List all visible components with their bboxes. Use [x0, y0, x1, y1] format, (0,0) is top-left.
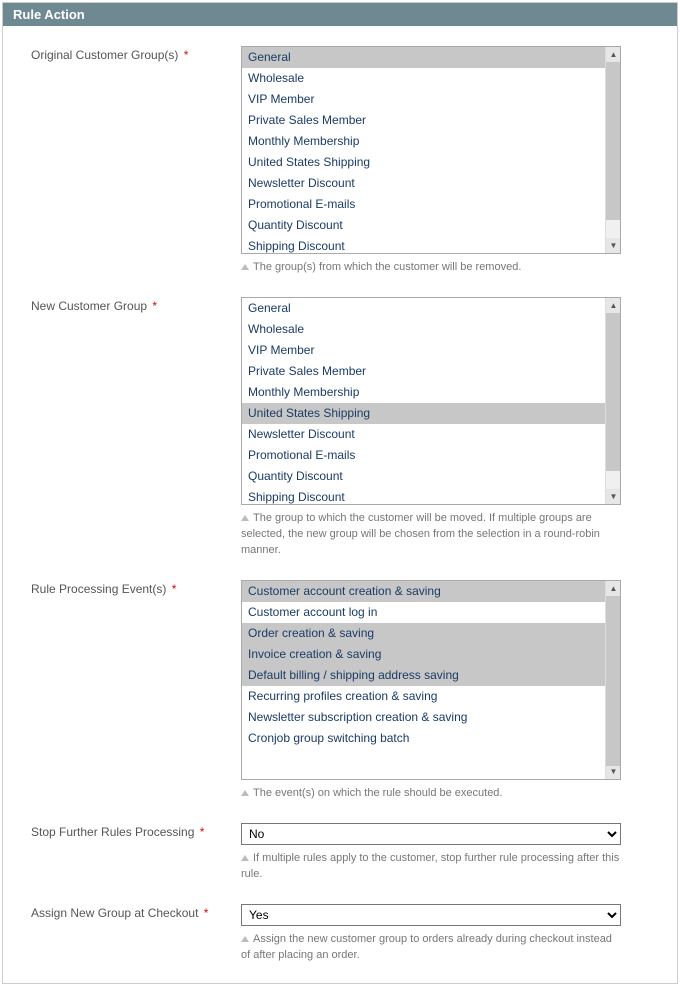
scroll-up-icon[interactable]: ▲ [606, 581, 621, 596]
list-option[interactable]: United States Shipping [242, 403, 605, 424]
list-option[interactable]: United States Shipping [242, 152, 605, 173]
list-option[interactable]: Promotional E-mails [242, 194, 605, 215]
scroll-up-icon[interactable]: ▲ [606, 47, 621, 62]
events-row: Rule Processing Event(s) * Customer acco… [31, 580, 659, 801]
list-option[interactable]: Private Sales Member [242, 110, 605, 131]
scroll-down-icon[interactable]: ▼ [606, 764, 621, 779]
stop-row: Stop Further Rules Processing * NoYes If… [31, 823, 659, 882]
required-mark: * [168, 582, 176, 596]
label-text: Rule Processing Event(s) [31, 582, 166, 596]
list-option[interactable]: VIP Member [242, 340, 605, 361]
list-option[interactable]: Monthly Membership [242, 382, 605, 403]
scroll-down-icon[interactable]: ▼ [606, 489, 621, 504]
required-mark: * [196, 825, 204, 839]
help-text: The group(s) from which the customer wil… [253, 261, 521, 273]
new-group-multiselect[interactable]: GeneralWholesaleVIP MemberPrivate Sales … [241, 297, 621, 505]
list-option[interactable]: Customer account creation & saving [242, 581, 605, 602]
new-group-control: GeneralWholesaleVIP MemberPrivate Sales … [241, 297, 621, 558]
scrollbar[interactable]: ▲▼ [605, 581, 620, 779]
label-text: Original Customer Group(s) [31, 48, 178, 62]
new-group-label: New Customer Group * [31, 297, 241, 313]
new-group-help: The group to which the customer will be … [241, 505, 621, 558]
list-option[interactable]: VIP Member [242, 89, 605, 110]
events-label: Rule Processing Event(s) * [31, 580, 241, 596]
triangle-icon [241, 515, 249, 521]
scroll-up-icon[interactable]: ▲ [606, 298, 621, 313]
required-mark: * [180, 48, 188, 62]
checkout-control: YesNo Assign the new customer group to o… [241, 904, 621, 963]
list-option[interactable]: Cronjob group switching batch [242, 728, 605, 749]
checkout-help: Assign the new customer group to orders … [241, 926, 621, 963]
help-text: If multiple rules apply to the customer,… [241, 852, 619, 880]
original-group-control: GeneralWholesaleVIP MemberPrivate Sales … [241, 46, 621, 275]
triangle-icon [241, 855, 249, 861]
list-option[interactable]: Wholesale [242, 319, 605, 340]
events-control: Customer account creation & savingCustom… [241, 580, 621, 801]
original-group-label: Original Customer Group(s) * [31, 46, 241, 62]
list-option[interactable]: General [242, 298, 605, 319]
list-option[interactable]: Private Sales Member [242, 361, 605, 382]
checkout-label: Assign New Group at Checkout * [31, 904, 241, 920]
stop-help: If multiple rules apply to the customer,… [241, 845, 621, 882]
list-option[interactable]: Wholesale [242, 68, 605, 89]
list-option[interactable]: Recurring profiles creation & saving [242, 686, 605, 707]
label-text: Assign New Group at Checkout [31, 906, 198, 920]
scroll-thumb[interactable] [606, 62, 620, 220]
triangle-icon [241, 936, 249, 942]
label-text: Stop Further Rules Processing [31, 825, 194, 839]
scrollbar[interactable]: ▲▼ [605, 298, 620, 504]
checkout-select[interactable]: YesNo [241, 904, 621, 926]
list-option[interactable]: Shipping Discount [242, 487, 605, 504]
help-text: The event(s) on which the rule should be… [253, 787, 502, 799]
help-text: The group to which the customer will be … [241, 512, 600, 556]
list-option[interactable]: Quantity Discount [242, 466, 605, 487]
triangle-icon [241, 790, 249, 796]
original-group-row: Original Customer Group(s) * GeneralWhol… [31, 46, 659, 275]
stop-label: Stop Further Rules Processing * [31, 823, 241, 839]
help-text: Assign the new customer group to orders … [241, 933, 612, 961]
events-multiselect[interactable]: Customer account creation & savingCustom… [241, 580, 621, 780]
stop-control: NoYes If multiple rules apply to the cus… [241, 823, 621, 882]
list-option[interactable]: Order creation & saving [242, 623, 605, 644]
required-mark: * [200, 906, 208, 920]
list-option[interactable]: Monthly Membership [242, 131, 605, 152]
list-option[interactable]: Promotional E-mails [242, 445, 605, 466]
list-option[interactable]: Quantity Discount [242, 215, 605, 236]
checkout-row: Assign New Group at Checkout * YesNo Ass… [31, 904, 659, 963]
list-option[interactable]: Newsletter subscription creation & savin… [242, 707, 605, 728]
list-option[interactable]: Default billing / shipping address savin… [242, 665, 605, 686]
label-text: New Customer Group [31, 299, 147, 313]
scroll-down-icon[interactable]: ▼ [606, 238, 621, 253]
new-group-row: New Customer Group * GeneralWholesaleVIP… [31, 297, 659, 558]
list-option[interactable]: Newsletter Discount [242, 424, 605, 445]
list-option[interactable]: Customer account log in [242, 602, 605, 623]
scroll-thumb[interactable] [606, 596, 620, 766]
panel-body: Original Customer Group(s) * GeneralWhol… [3, 26, 677, 983]
list-option[interactable]: General [242, 47, 605, 68]
original-group-multiselect[interactable]: GeneralWholesaleVIP MemberPrivate Sales … [241, 46, 621, 254]
rule-action-panel: Rule Action Original Customer Group(s) *… [2, 2, 678, 984]
list-option[interactable]: Shipping Discount [242, 236, 605, 253]
scroll-thumb[interactable] [606, 313, 620, 471]
panel-title: Rule Action [3, 3, 677, 26]
events-help: The event(s) on which the rule should be… [241, 780, 621, 801]
list-option[interactable]: Newsletter Discount [242, 173, 605, 194]
original-group-help: The group(s) from which the customer wil… [241, 254, 621, 275]
scrollbar[interactable]: ▲▼ [605, 47, 620, 253]
stop-select[interactable]: NoYes [241, 823, 621, 845]
list-option[interactable]: Invoice creation & saving [242, 644, 605, 665]
triangle-icon [241, 264, 249, 270]
required-mark: * [149, 299, 157, 313]
